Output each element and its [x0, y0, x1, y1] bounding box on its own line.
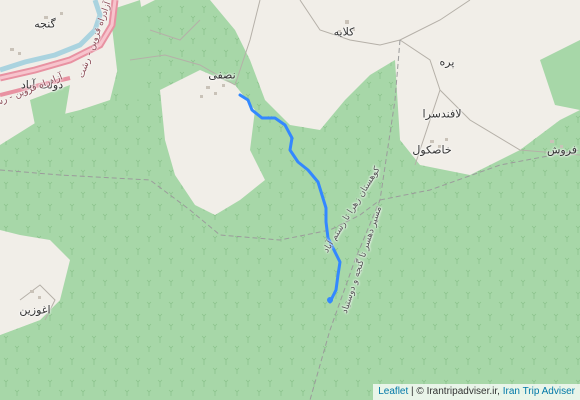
map-attribution: Leaflet | © Irantripadviser.ir, Iran Tri… [373, 384, 580, 400]
place-label-forush: فروش [546, 143, 578, 157]
place-label-aghozin: اغوزین [19, 303, 51, 317]
place-label-nasfi: نصفی [208, 68, 236, 82]
place-label-ganjeh: گنجه [34, 17, 56, 31]
attribution-provider: Irantripadviser.ir [426, 386, 498, 397]
place-label-lafandsara: لافندسرا [422, 107, 462, 121]
place-label-kalayeh: کلایه [333, 25, 355, 39]
route-end-marker[interactable] [327, 297, 333, 303]
iran-trip-adviser-link[interactable]: Iran Trip Adviser [503, 386, 575, 397]
leaflet-link[interactable]: Leaflet [378, 386, 408, 397]
map-view[interactable]: گنجه کلایه نصفی دولت آباد پره لافندسرا خ… [0, 0, 580, 400]
place-label-khaskul: خاصکول [412, 143, 452, 157]
attribution-separator: | © [408, 386, 427, 397]
place-label-pareh: پره [439, 55, 455, 69]
